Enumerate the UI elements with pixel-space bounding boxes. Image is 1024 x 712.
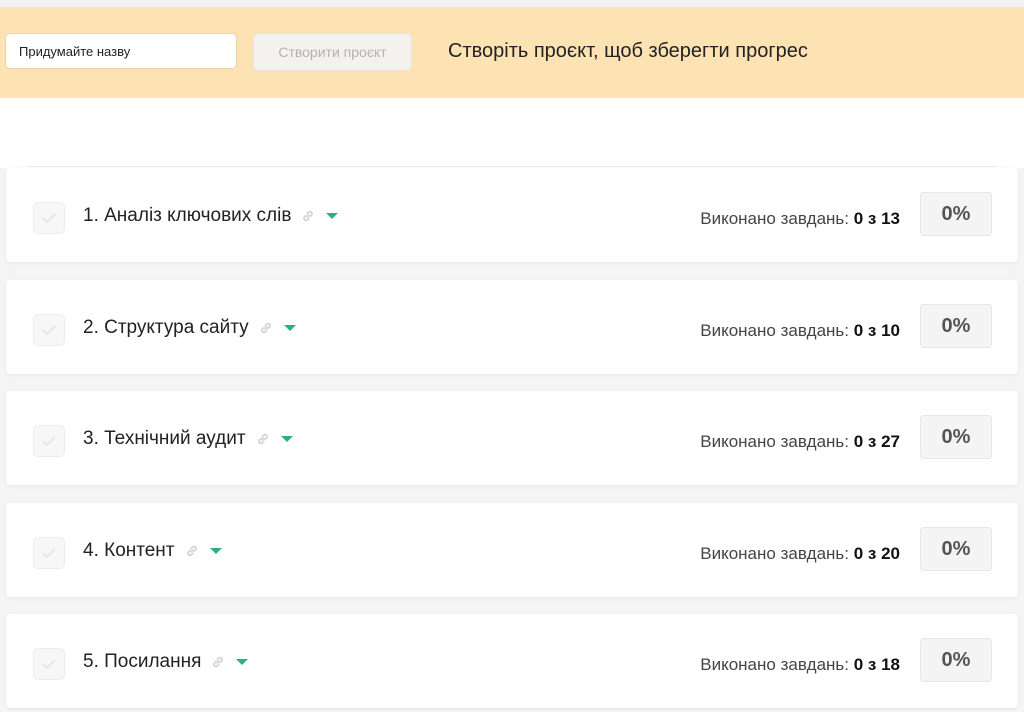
tasks-done-stats: Виконано завдань: 0 з 10: [700, 321, 900, 341]
section-card[interactable]: 2. Структура сайту Виконано завдань: 0 з…: [6, 280, 1018, 374]
section-card[interactable]: 4. Контент Виконано завдань: 0 з 20 0%: [6, 503, 1018, 597]
section-title[interactable]: 3. Технічний аудит: [83, 428, 246, 450]
tasks-done-label: Виконано завдань:: [700, 655, 854, 674]
tasks-done-value: 0 з 13: [853, 209, 900, 228]
link-icon[interactable]: [211, 655, 225, 669]
chevron-down-icon[interactable]: [325, 211, 339, 221]
tasks-done-label: Виконано завдань:: [700, 321, 854, 340]
section-card[interactable]: 3. Технічний аудит Виконано завдань: 0 з…: [6, 391, 1018, 485]
chevron-down-icon[interactable]: [283, 323, 297, 333]
link-icon[interactable]: [185, 544, 199, 558]
project-banner: Створити проєкт Створіть проєкт, щоб збе…: [0, 7, 1024, 98]
check-icon: [42, 213, 56, 224]
divider: [28, 166, 996, 167]
section-checkbox[interactable]: [33, 314, 65, 346]
section-card[interactable]: 5. Посилання Виконано завдань: 0 з 18 0%: [6, 614, 1018, 708]
tasks-done-stats: Виконано завдань: 0 з 13: [700, 209, 900, 229]
check-icon: [42, 659, 56, 670]
sections-list: 1. Аналіз ключових слів Виконано завдань…: [0, 98, 1024, 712]
section-checkbox[interactable]: [33, 202, 65, 234]
banner-message: Створіть проєкт, щоб зберегти прогрес: [448, 40, 808, 62]
section-checkbox[interactable]: [33, 425, 65, 457]
list-header-area: [0, 98, 1024, 168]
progress-percent-badge: 0%: [920, 192, 992, 236]
progress-percent-badge: 0%: [920, 638, 992, 682]
top-strip: [0, 0, 1024, 7]
check-icon: [42, 325, 56, 336]
project-name-input[interactable]: [5, 33, 237, 69]
tasks-done-value: 0 з 20: [853, 544, 900, 563]
section-title[interactable]: 2. Структура сайту: [83, 317, 249, 339]
link-icon[interactable]: [259, 321, 273, 335]
create-project-button[interactable]: Створити проєкт: [253, 33, 412, 71]
section-title[interactable]: 4. Контент: [83, 540, 175, 562]
progress-percent-badge: 0%: [920, 527, 992, 571]
link-icon[interactable]: [256, 432, 270, 446]
tasks-done-stats: Виконано завдань: 0 з 27: [700, 432, 900, 452]
section-checkbox[interactable]: [33, 537, 65, 569]
tasks-done-label: Виконано завдань:: [700, 209, 854, 228]
section-card[interactable]: 1. Аналіз ключових слів Виконано завдань…: [6, 168, 1018, 262]
progress-percent-badge: 0%: [920, 304, 992, 348]
tasks-done-stats: Виконано завдань: 0 з 20: [700, 544, 900, 564]
check-icon: [42, 436, 56, 447]
tasks-done-label: Виконано завдань:: [700, 432, 854, 451]
chevron-down-icon[interactable]: [280, 434, 294, 444]
link-icon[interactable]: [301, 209, 315, 223]
chevron-down-icon[interactable]: [235, 657, 249, 667]
check-icon: [42, 548, 56, 559]
tasks-done-value: 0 з 18: [853, 655, 900, 674]
section-title[interactable]: 1. Аналіз ключових слів: [83, 205, 291, 227]
tasks-done-value: 0 з 10: [853, 321, 900, 340]
tasks-done-label: Виконано завдань:: [700, 544, 854, 563]
section-checkbox[interactable]: [33, 648, 65, 680]
tasks-done-value: 0 з 27: [853, 432, 900, 451]
progress-percent-badge: 0%: [920, 415, 992, 459]
chevron-down-icon[interactable]: [209, 546, 223, 556]
tasks-done-stats: Виконано завдань: 0 з 18: [700, 655, 900, 675]
section-title[interactable]: 5. Посилання: [83, 651, 201, 673]
